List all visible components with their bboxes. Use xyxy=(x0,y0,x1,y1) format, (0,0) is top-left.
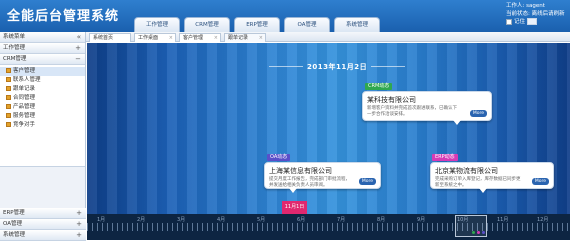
app-title: 全能后台管理系统 xyxy=(7,9,120,24)
event-title: 上海某信息有限公司 xyxy=(269,167,332,175)
sidebar-item-products[interactable]: 产品管理 xyxy=(0,103,85,112)
remember-label: 记住 xyxy=(514,19,526,25)
sidebar-item-customers[interactable]: 客户管理 xyxy=(0,67,85,76)
sidebar-item-contracts[interactable]: 合同管理 xyxy=(0,94,85,103)
more-button[interactable]: More xyxy=(358,178,376,185)
expand-icon[interactable]: + xyxy=(75,43,81,54)
close-icon[interactable]: × xyxy=(259,34,263,42)
collapse-icon[interactable]: − xyxy=(75,54,81,65)
tick-label: 11月 xyxy=(497,217,509,223)
tick-label: 3月 xyxy=(177,217,186,223)
sidebar-title: 系统菜单 xyxy=(3,34,26,40)
expand-icon[interactable]: + xyxy=(76,208,82,219)
tab-erp[interactable]: ERP管理 xyxy=(234,17,280,32)
tick-label: 7月 xyxy=(337,217,346,223)
timeline-bar[interactable]: 1月 2月 3月 4月 5月 6月 7月 8月 9月 10月 11月 12月 xyxy=(87,214,570,240)
expand-icon[interactable]: + xyxy=(76,230,82,241)
folder-icon xyxy=(6,122,11,127)
sidebar-bottom-sections: ERP管理 + OA管理 + 系统管理 + xyxy=(0,208,86,241)
event-dot-crm[interactable] xyxy=(472,231,475,234)
event-text: 提交月度工作报告，完成部门审批流程，并发送给相关负责人员审阅。 xyxy=(269,177,350,188)
user-status: 当前状态: 离线后请刷新 xyxy=(506,11,565,17)
remember-checkbox[interactable] xyxy=(506,18,512,25)
current-date-label: 2013年11月2日 xyxy=(268,63,406,71)
event-dot-oa[interactable] xyxy=(482,231,485,234)
page-tab-customers[interactable]: 客户管理 × xyxy=(179,33,221,42)
sidebar-item-followups[interactable]: 跟单记录 xyxy=(0,85,85,94)
page-tabs: 系统首页 工作桌面 × 客户管理 × 跟单记录 × xyxy=(86,32,570,42)
tab-work[interactable]: 工作管理 xyxy=(134,17,180,32)
page-tab-home[interactable]: 系统首页 xyxy=(89,33,131,42)
event-tag-oa: OA动态 xyxy=(267,154,291,161)
logout-button[interactable] xyxy=(527,18,538,25)
tick-label: 6月 xyxy=(297,217,306,223)
expand-icon[interactable]: + xyxy=(76,219,82,230)
callout-arrow xyxy=(289,188,297,193)
tick-label: 1月 xyxy=(97,217,106,223)
sidebar: 系统菜单 « 工作管理 + CRM管理 − 客户管理 联系人管理 跟单记录 合同… xyxy=(0,32,86,241)
event-title: 北京某物流有限公司 xyxy=(435,167,498,175)
close-icon[interactable]: × xyxy=(214,34,218,42)
page-tab-followups[interactable]: 跟单记录 × xyxy=(224,33,266,42)
tick-label: 9月 xyxy=(417,217,426,223)
sidebar-section-system[interactable]: 系统管理 + xyxy=(0,230,86,241)
more-button[interactable]: More xyxy=(469,110,487,117)
sidebar-section-oa[interactable]: OA管理 + xyxy=(0,219,86,230)
tick-label: 2月 xyxy=(137,217,146,223)
tab-system[interactable]: 系统管理 xyxy=(334,17,380,32)
tick-label: 8月 xyxy=(377,217,386,223)
event-title: 某科技有限公司 xyxy=(367,96,416,104)
event-card-crm[interactable]: 某科技有限公司 新增客户资料并完成首次跟进联系，已确认下一步合作洽谈安排。 Mo… xyxy=(362,91,492,125)
date-marker[interactable]: 11月1日 xyxy=(282,201,307,214)
tick-label: 5月 xyxy=(257,217,266,223)
sidebar-crm-list: 客户管理 联系人管理 跟单记录 合同管理 产品管理 服务管理 竞争对手 xyxy=(0,65,85,167)
more-button[interactable]: More xyxy=(531,178,549,185)
callout-arrow xyxy=(453,120,461,125)
page-tab-desk[interactable]: 工作桌面 × xyxy=(134,33,176,42)
folder-icon xyxy=(6,68,11,73)
user-name: 工作人: sagent xyxy=(506,3,545,9)
event-card-erp[interactable]: 北京某物流有限公司 完成采购订单入库登记，库存数据已同步更新至系统之中。 Mor… xyxy=(430,162,554,193)
event-card-oa[interactable]: 上海某信息有限公司 提交月度工作报告，完成部门审批流程，并发送给相关负责人员审阅… xyxy=(264,162,381,193)
callout-arrow xyxy=(479,188,487,193)
system-tabs: 工作管理 CRM管理 ERP管理 OA管理 系统管理 xyxy=(134,17,384,32)
event-text: 新增客户资料并完成首次跟进联系，已确认下一步合作洽谈安排。 xyxy=(367,106,457,117)
sidebar-item-competitors[interactable]: 竞争对手 xyxy=(0,121,85,130)
remember-row: 记住 xyxy=(506,18,565,26)
timeline-ticks xyxy=(87,223,570,231)
section-label: OA管理 xyxy=(3,221,22,227)
event-tag-crm: CRM动态 xyxy=(365,83,393,90)
event-tag-erp: ERP动态 xyxy=(432,154,458,161)
section-label: 系统管理 xyxy=(3,232,26,238)
section-label: 工作管理 xyxy=(3,45,26,51)
section-label: ERP管理 xyxy=(3,210,25,216)
sidebar-collapse-icon[interactable]: « xyxy=(77,32,81,43)
app-header: 全能后台管理系统 工作管理 CRM管理 ERP管理 OA管理 系统管理 工作人:… xyxy=(0,0,570,32)
user-info: 工作人: sagent 当前状态: 离线后请刷新 记住 xyxy=(506,2,565,26)
folder-icon xyxy=(6,113,11,118)
tick-label: 4月 xyxy=(217,217,226,223)
folder-icon xyxy=(6,104,11,109)
close-icon[interactable]: × xyxy=(169,34,173,42)
folder-icon xyxy=(6,77,11,82)
sidebar-item-contacts[interactable]: 联系人管理 xyxy=(0,76,85,85)
tab-oa[interactable]: OA管理 xyxy=(284,17,330,32)
sidebar-item-service[interactable]: 服务管理 xyxy=(0,112,85,121)
sidebar-header: 系统菜单 « xyxy=(0,32,85,43)
folder-icon xyxy=(6,95,11,100)
timeline-canvas: 2013年11月2日 CRM动态 某科技有限公司 新增客户资料并完成首次跟进联系… xyxy=(87,43,570,214)
folder-icon xyxy=(6,86,11,91)
tab-crm[interactable]: CRM管理 xyxy=(184,17,230,32)
sidebar-section-erp[interactable]: ERP管理 + xyxy=(0,208,86,219)
tick-label: 12月 xyxy=(537,217,549,223)
sidebar-section-crm[interactable]: CRM管理 − xyxy=(0,54,85,65)
section-label: CRM管理 xyxy=(3,56,27,62)
event-dot-erp[interactable] xyxy=(477,231,480,234)
sidebar-section-work[interactable]: 工作管理 + xyxy=(0,43,85,54)
